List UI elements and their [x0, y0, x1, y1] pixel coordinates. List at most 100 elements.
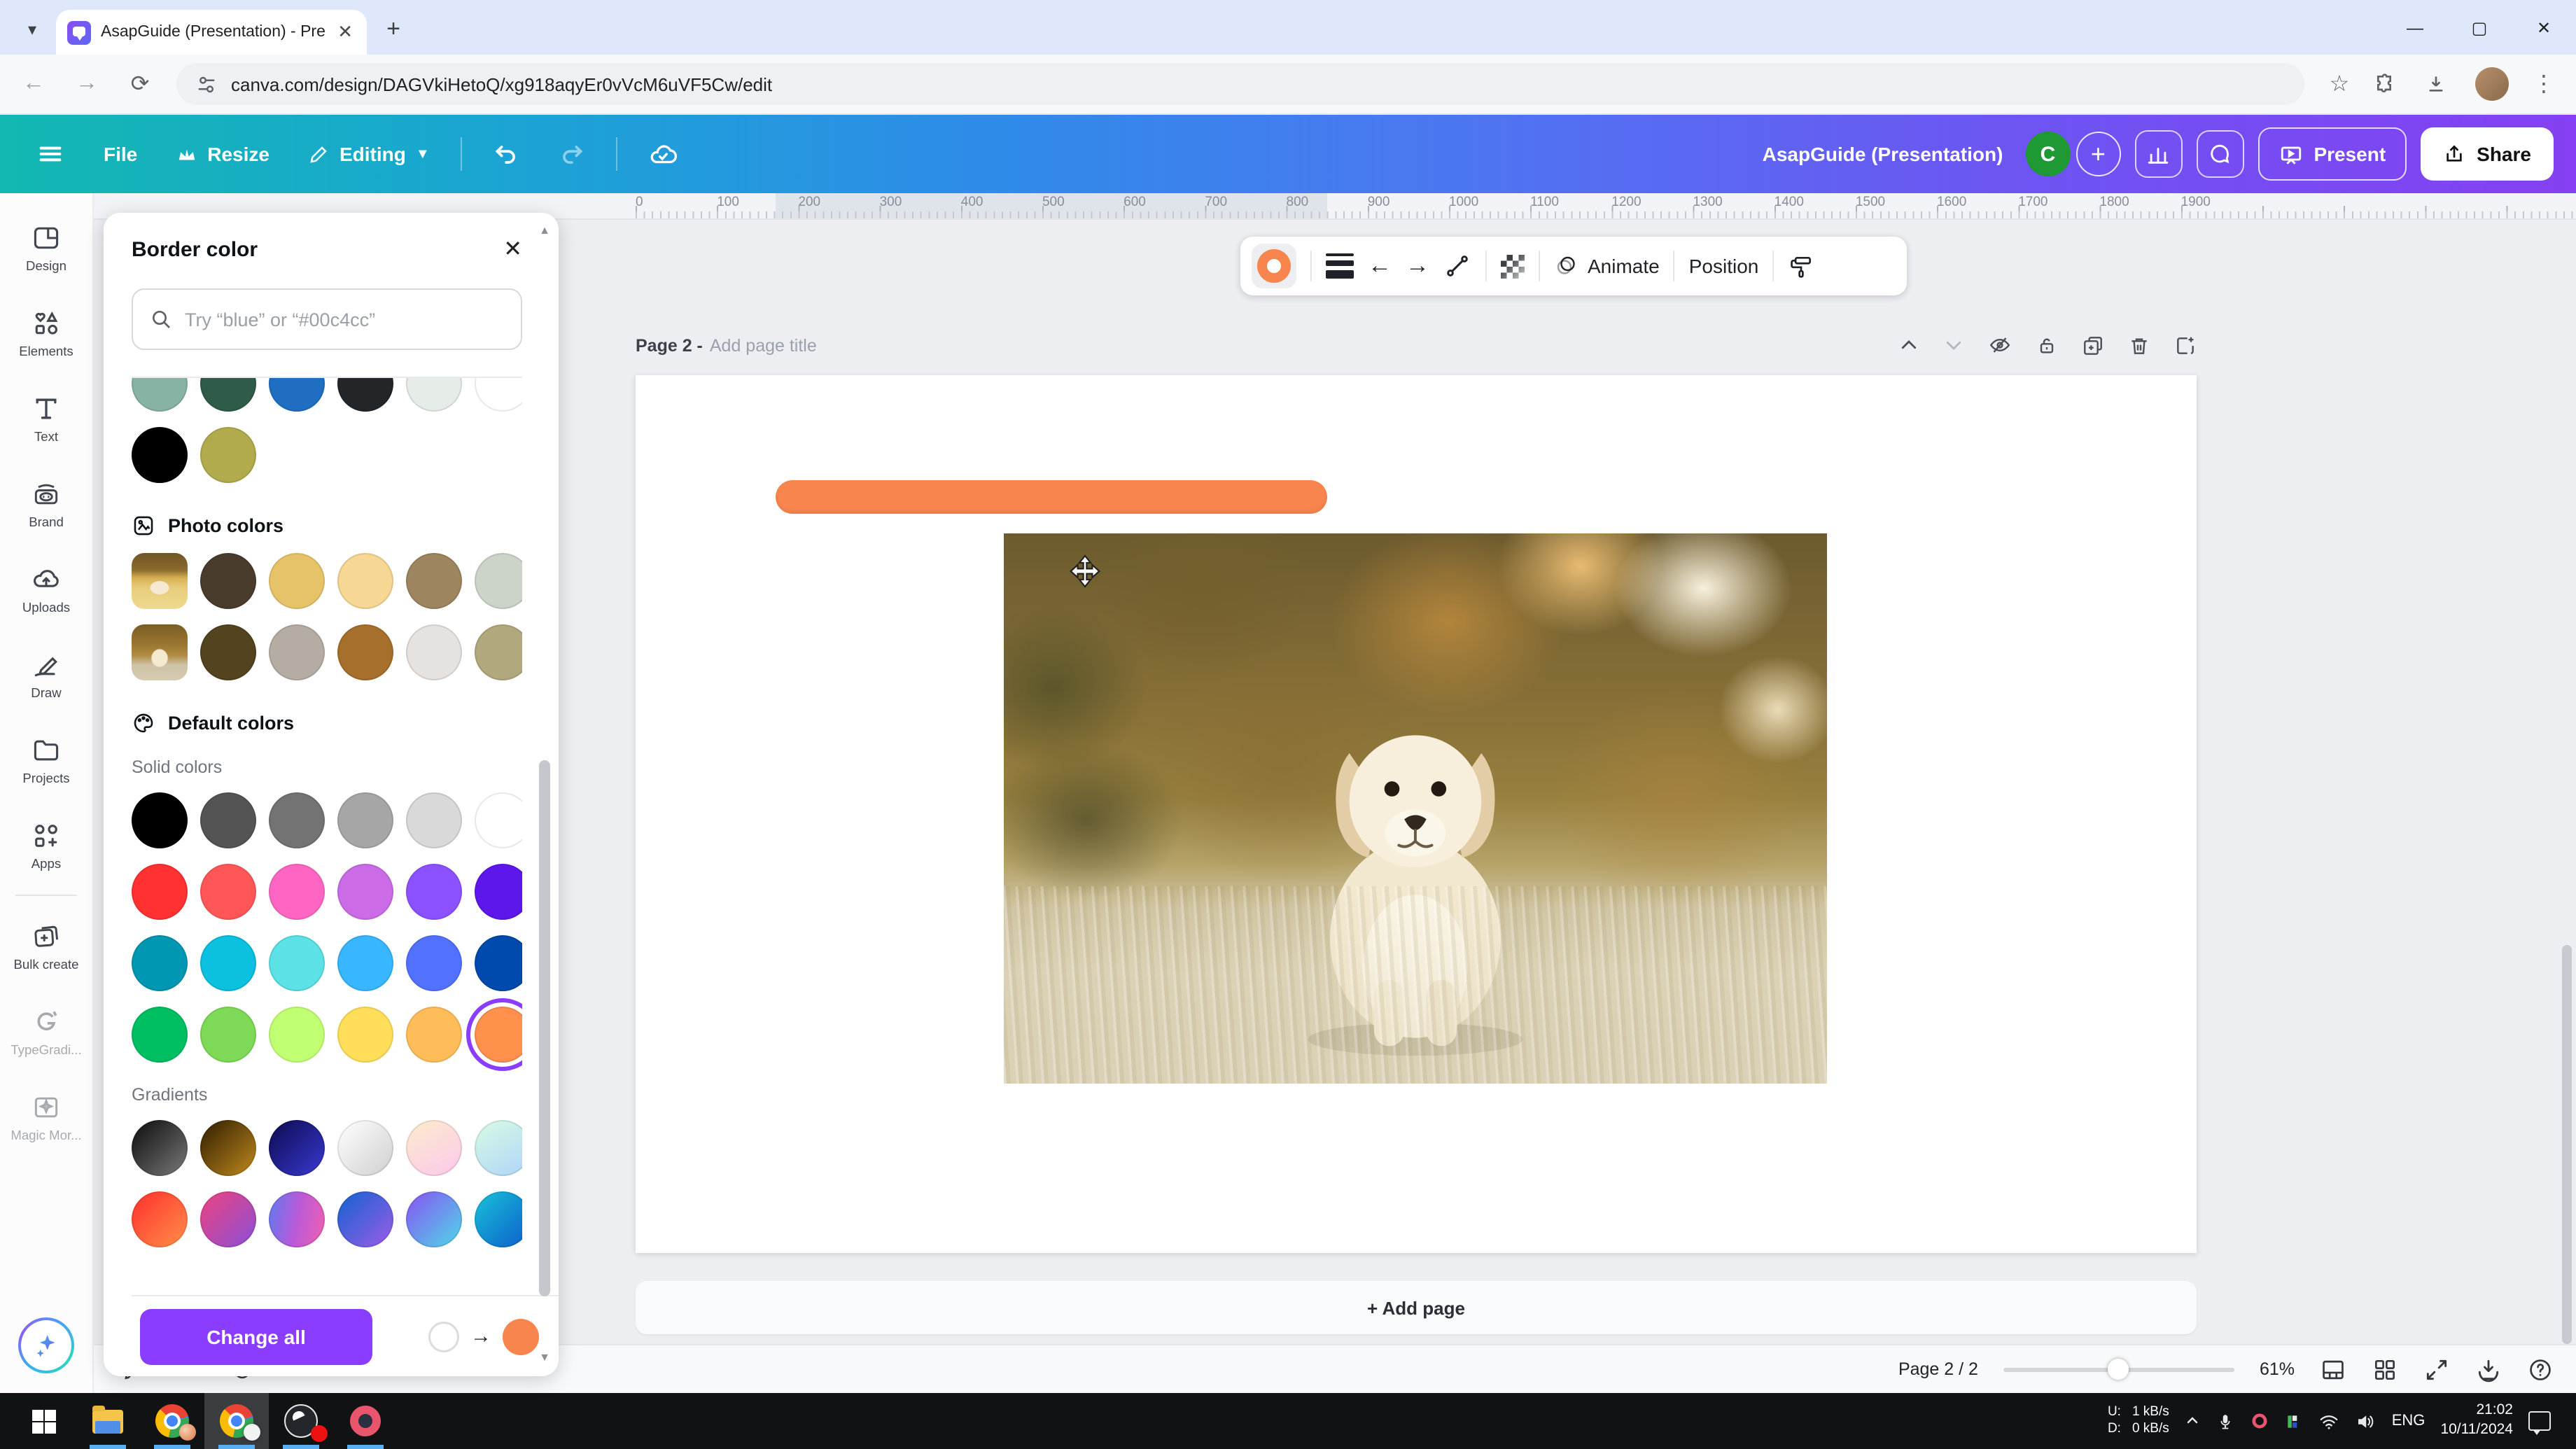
color-swatch[interactable] — [132, 935, 188, 991]
sidebar-item-magic-morph[interactable]: Magic Mor... — [4, 1074, 88, 1159]
color-swatch[interactable] — [406, 1120, 462, 1176]
color-swatch[interactable] — [269, 378, 325, 412]
chrome-profile2-button[interactable] — [204, 1393, 269, 1449]
sidebar-item-bulk-create[interactable]: Bulk create — [4, 903, 88, 988]
color-swatch[interactable] — [337, 792, 393, 848]
sidebar-item-text[interactable]: Text — [4, 375, 88, 461]
downloads-icon[interactable] — [2425, 73, 2456, 95]
color-swatch[interactable] — [200, 624, 256, 680]
clock[interactable]: 21:02 10/11/2024 — [2440, 1402, 2513, 1441]
redo-button[interactable] — [545, 129, 599, 179]
zoom-slider-thumb[interactable] — [2108, 1359, 2129, 1380]
bookmark-icon[interactable]: ☆ — [2324, 70, 2355, 98]
color-swatch[interactable] — [200, 553, 256, 609]
duplicate-page-icon[interactable] — [2082, 334, 2104, 356]
start-button[interactable] — [11, 1393, 76, 1449]
color-swatch[interactable] — [269, 553, 325, 609]
panel-scrollbar[interactable]: ▲ ▼ — [536, 224, 553, 1365]
scroll-up-icon[interactable]: ▲ — [536, 224, 553, 238]
color-swatch[interactable] — [475, 935, 522, 991]
app-tray-icon[interactable] — [2286, 1412, 2304, 1430]
site-settings-icon[interactable] — [196, 74, 217, 94]
color-swatch[interactable] — [337, 378, 393, 412]
border-weight-button[interactable] — [1326, 253, 1354, 279]
photo-thumbnail[interactable] — [132, 624, 188, 680]
recorder-app-button[interactable] — [333, 1393, 398, 1449]
border-color-button[interactable] — [1252, 244, 1296, 288]
vertical-scrollbar[interactable] — [2562, 945, 2572, 1344]
animate-button[interactable]: Animate — [1554, 253, 1660, 279]
grid-view-icon[interactable] — [2372, 1356, 2398, 1382]
present-button[interactable]: Present — [2258, 127, 2407, 181]
add-member-button[interactable]: + — [2076, 132, 2121, 176]
sidebar-item-draw[interactable]: Draw — [4, 631, 88, 717]
puppy-photo[interactable] — [1004, 533, 1827, 1084]
add-page-button[interactable]: + Add page — [636, 1281, 2197, 1334]
back-icon[interactable]: ← — [17, 71, 50, 97]
chrome-profile1-button[interactable] — [140, 1393, 204, 1449]
page-title-input[interactable]: Add page title — [710, 335, 817, 355]
share-button[interactable]: Share — [2421, 127, 2554, 181]
color-swatch[interactable] — [132, 1120, 188, 1176]
color-search-input[interactable]: Try “blue” or “#00c4cc” — [132, 288, 522, 350]
color-swatch[interactable] — [475, 553, 522, 609]
change-all-button[interactable]: Change all — [140, 1308, 372, 1364]
new-tab-button[interactable]: + — [375, 11, 412, 48]
presenter-view-icon[interactable] — [2320, 1356, 2346, 1382]
notification-center-icon[interactable] — [2528, 1411, 2551, 1435]
color-swatch[interactable] — [132, 1191, 188, 1247]
resize-menu[interactable]: Resize — [162, 129, 284, 179]
color-swatch[interactable] — [269, 1191, 325, 1247]
color-swatch[interactable] — [337, 1120, 393, 1176]
minimize-button[interactable]: — — [2383, 0, 2447, 55]
sidebar-item-brand[interactable]: Brand — [4, 461, 88, 546]
color-swatch[interactable] — [406, 792, 462, 848]
add-page-icon[interactable] — [2174, 334, 2197, 356]
insights-button[interactable] — [2134, 130, 2183, 178]
editing-mode-menu[interactable]: Editing ▼ — [295, 129, 444, 179]
color-swatch[interactable] — [337, 553, 393, 609]
microphone-icon[interactable] — [2217, 1412, 2235, 1430]
sidebar-item-projects[interactable]: Projects — [4, 717, 88, 802]
color-swatch[interactable] — [200, 1191, 256, 1247]
color-swatch[interactable] — [269, 935, 325, 991]
lock-page-icon[interactable] — [2036, 334, 2058, 356]
language-indicator[interactable]: ENG — [2392, 1413, 2426, 1429]
recording-ring-icon[interactable] — [2250, 1411, 2270, 1431]
color-swatch[interactable] — [132, 792, 188, 848]
color-swatch[interactable] — [406, 378, 462, 412]
color-swatch[interactable] — [132, 378, 188, 412]
arrow-end-button[interactable]: → — [1406, 252, 1429, 280]
move-page-down-icon[interactable] — [1943, 335, 1964, 356]
color-swatch[interactable] — [475, 624, 522, 680]
color-swatch[interactable] — [475, 378, 522, 412]
sidebar-item-apps[interactable]: Apps — [4, 802, 88, 888]
color-swatch[interactable] — [475, 1191, 522, 1247]
help-icon[interactable] — [2527, 1356, 2554, 1382]
position-button[interactable]: Position — [1689, 255, 1759, 277]
extensions-icon[interactable] — [2374, 73, 2405, 95]
photo-thumbnail[interactable] — [132, 553, 188, 609]
color-swatch[interactable] — [337, 864, 393, 920]
hide-page-icon[interactable] — [1988, 333, 2012, 357]
wifi-icon[interactable] — [2319, 1410, 2340, 1432]
selected-rounded-rectangle[interactable] — [776, 480, 1327, 514]
browser-menu-icon[interactable]: ⋮ — [2528, 70, 2559, 98]
color-swatch[interactable] — [269, 864, 325, 920]
color-swatch[interactable] — [406, 1007, 462, 1063]
panel-scroll-area[interactable]: Photo colors Default colors Solid colors — [132, 377, 522, 1295]
comments-button[interactable] — [2196, 130, 2244, 178]
sidebar-item-design[interactable]: Design — [4, 204, 88, 290]
color-swatch[interactable] — [132, 1007, 188, 1063]
browser-tab[interactable]: AsapGuide (Presentation) - Pres ✕ — [56, 10, 367, 55]
color-swatch[interactable] — [200, 864, 256, 920]
color-swatch[interactable] — [337, 624, 393, 680]
file-menu[interactable]: File — [90, 129, 151, 179]
color-swatch[interactable] — [406, 864, 462, 920]
color-swatch[interactable] — [337, 935, 393, 991]
color-swatch[interactable] — [200, 935, 256, 991]
transparency-button[interactable] — [1501, 254, 1525, 278]
color-swatch[interactable] — [475, 792, 522, 848]
document-title[interactable]: AsapGuide (Presentation) — [1763, 143, 2003, 165]
scroll-down-icon[interactable]: ▼ — [536, 1351, 553, 1365]
